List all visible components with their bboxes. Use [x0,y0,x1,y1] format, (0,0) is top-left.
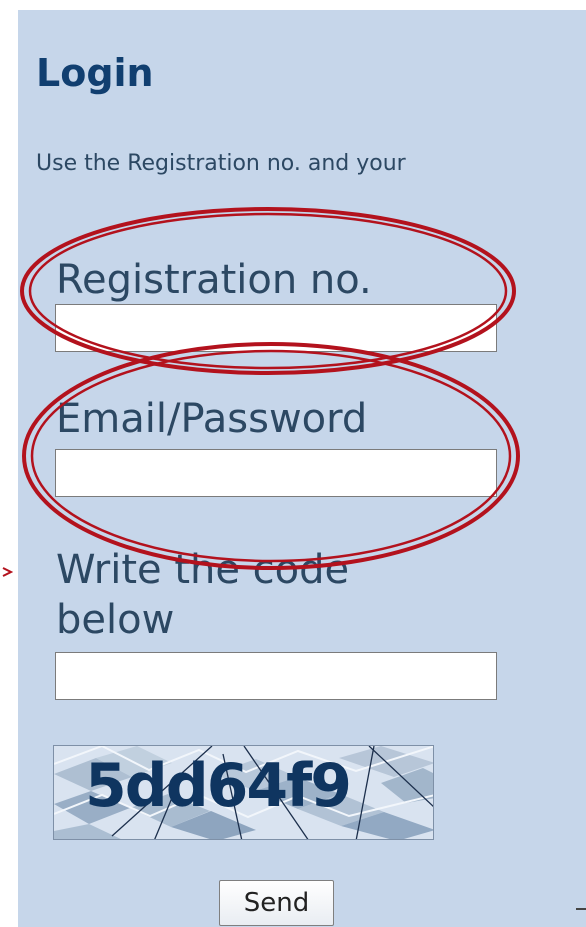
left-edge-red-mark [2,567,13,577]
captcha-instructions-label: Write the code below [56,547,350,643]
captcha-input[interactable] [55,652,497,700]
bottom-right-dash [576,908,586,910]
captcha-image: 5dd64f9 [53,745,434,840]
email-password-label: Email/Password [56,396,368,442]
registration-number-input[interactable] [55,304,497,352]
email-password-input[interactable] [55,449,497,497]
send-button[interactable]: Send [219,880,334,926]
login-panel: Login Use the Registration no. and your … [18,10,586,927]
login-instructions: Use the Registration no. and your [36,151,406,176]
captcha-code-text: 5dd64f9 [85,751,352,821]
page-title: Login [36,51,154,95]
registration-number-label: Registration no. [56,257,372,303]
